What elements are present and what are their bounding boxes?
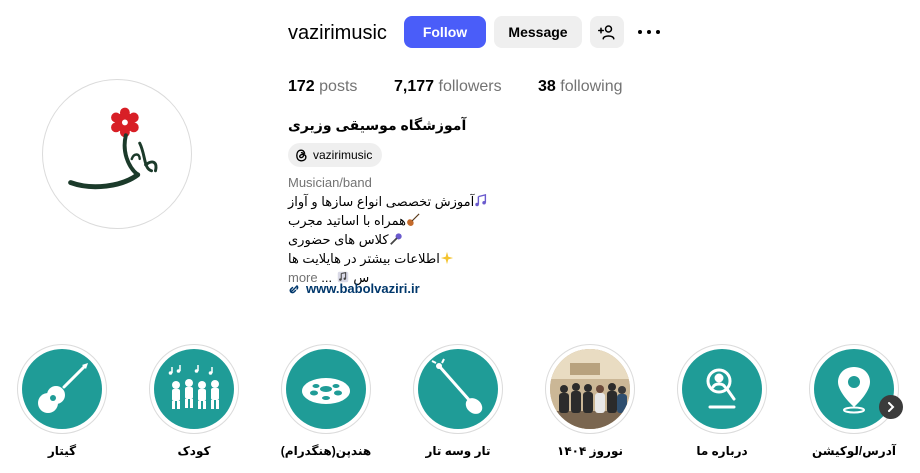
kids-music-icon: [168, 365, 219, 409]
message-button[interactable]: Message: [494, 16, 582, 48]
story-highlights: آدرس/لوکیشن درباره ما نوروز ۱۴۰۴ تار وسه…: [0, 344, 920, 473]
add-person-icon: [598, 25, 615, 40]
highlight-label: آدرس/لوکیشن: [812, 444, 896, 458]
music-notes-icon: [475, 194, 487, 207]
search-person-icon: [706, 368, 736, 409]
link-icon: [289, 284, 299, 293]
following-stat[interactable]: 38 following: [538, 78, 623, 96]
followers-label: followers: [438, 78, 502, 95]
bio-line: اطلاعات بیشتر در هایلایت ها: [288, 249, 518, 268]
threads-icon: [296, 148, 307, 162]
highlight-guitar[interactable]: گیتار: [0, 344, 128, 458]
highlight-label: درباره ما: [696, 444, 748, 458]
location-pin-icon: [838, 367, 870, 414]
highlights-next-button[interactable]: [879, 395, 903, 419]
profile-username: vazirimusic: [288, 22, 387, 44]
following-count: 38: [538, 78, 556, 95]
bio-line: همراه با اساتید مجرب: [288, 211, 518, 230]
posts-label: posts: [319, 78, 358, 95]
chevron-right-icon: [888, 402, 895, 412]
vaziri-logo: [68, 107, 158, 190]
profile-category: Musician/band: [288, 175, 372, 190]
posts-stat[interactable]: 172 posts: [288, 78, 357, 96]
highlight-label: هندپن(هنگدرام): [280, 444, 372, 458]
highlight-label: نوروز ۱۴۰۴: [557, 444, 623, 458]
more-options-icon[interactable]: [636, 22, 662, 42]
highlight-tar-setar[interactable]: تار وسه تار: [392, 344, 524, 458]
bio-line: آموزش تخصصی انواع سازها و آواز: [288, 192, 518, 211]
followers-count: 7,177: [394, 78, 435, 95]
microphone-icon: [389, 233, 402, 245]
highlight-label: تار وسه تار: [425, 444, 491, 458]
highlight-handpan[interactable]: هندپن(هنگدرام): [260, 344, 392, 458]
highlight-nowruz[interactable]: نوروز ۱۴۰۴: [524, 344, 656, 458]
highlight-label: کودک: [177, 444, 211, 458]
profile-bio: آموزش تخصصی انواع سازها و آواز همراه با …: [288, 192, 518, 287]
followers-stat[interactable]: 7,177 followers: [394, 78, 502, 96]
flower-logo-mark: [111, 107, 139, 138]
handpan-icon: [302, 378, 350, 404]
suggested-accounts-button[interactable]: [590, 16, 624, 48]
highlight-kids[interactable]: کودک: [128, 344, 260, 458]
highlight-label: گیتار: [47, 444, 77, 458]
threads-handle: vazirimusic: [313, 148, 373, 162]
posts-count: 172: [288, 78, 315, 95]
threads-badge[interactable]: vazirimusic: [288, 143, 383, 167]
follow-button[interactable]: Follow: [404, 16, 486, 48]
following-label: following: [560, 78, 623, 95]
sparkles-icon: [440, 251, 453, 265]
bio-line: کلاس های حضوری: [288, 230, 518, 249]
profile-avatar[interactable]: [42, 79, 192, 229]
profile-full-name: آموزشگاه موسیقی وزیری: [288, 117, 467, 133]
group-photo: [550, 349, 630, 429]
tar-instrument-icon: [431, 358, 483, 414]
website-link[interactable]: www.babolvaziri.ir: [288, 281, 420, 296]
violin-icon: [407, 213, 420, 226]
website-url: www.babolvaziri.ir: [306, 281, 420, 296]
guitar-icon: [38, 363, 88, 413]
calligraphy-mark: [68, 133, 158, 190]
highlight-about-us[interactable]: درباره ما: [656, 344, 788, 458]
